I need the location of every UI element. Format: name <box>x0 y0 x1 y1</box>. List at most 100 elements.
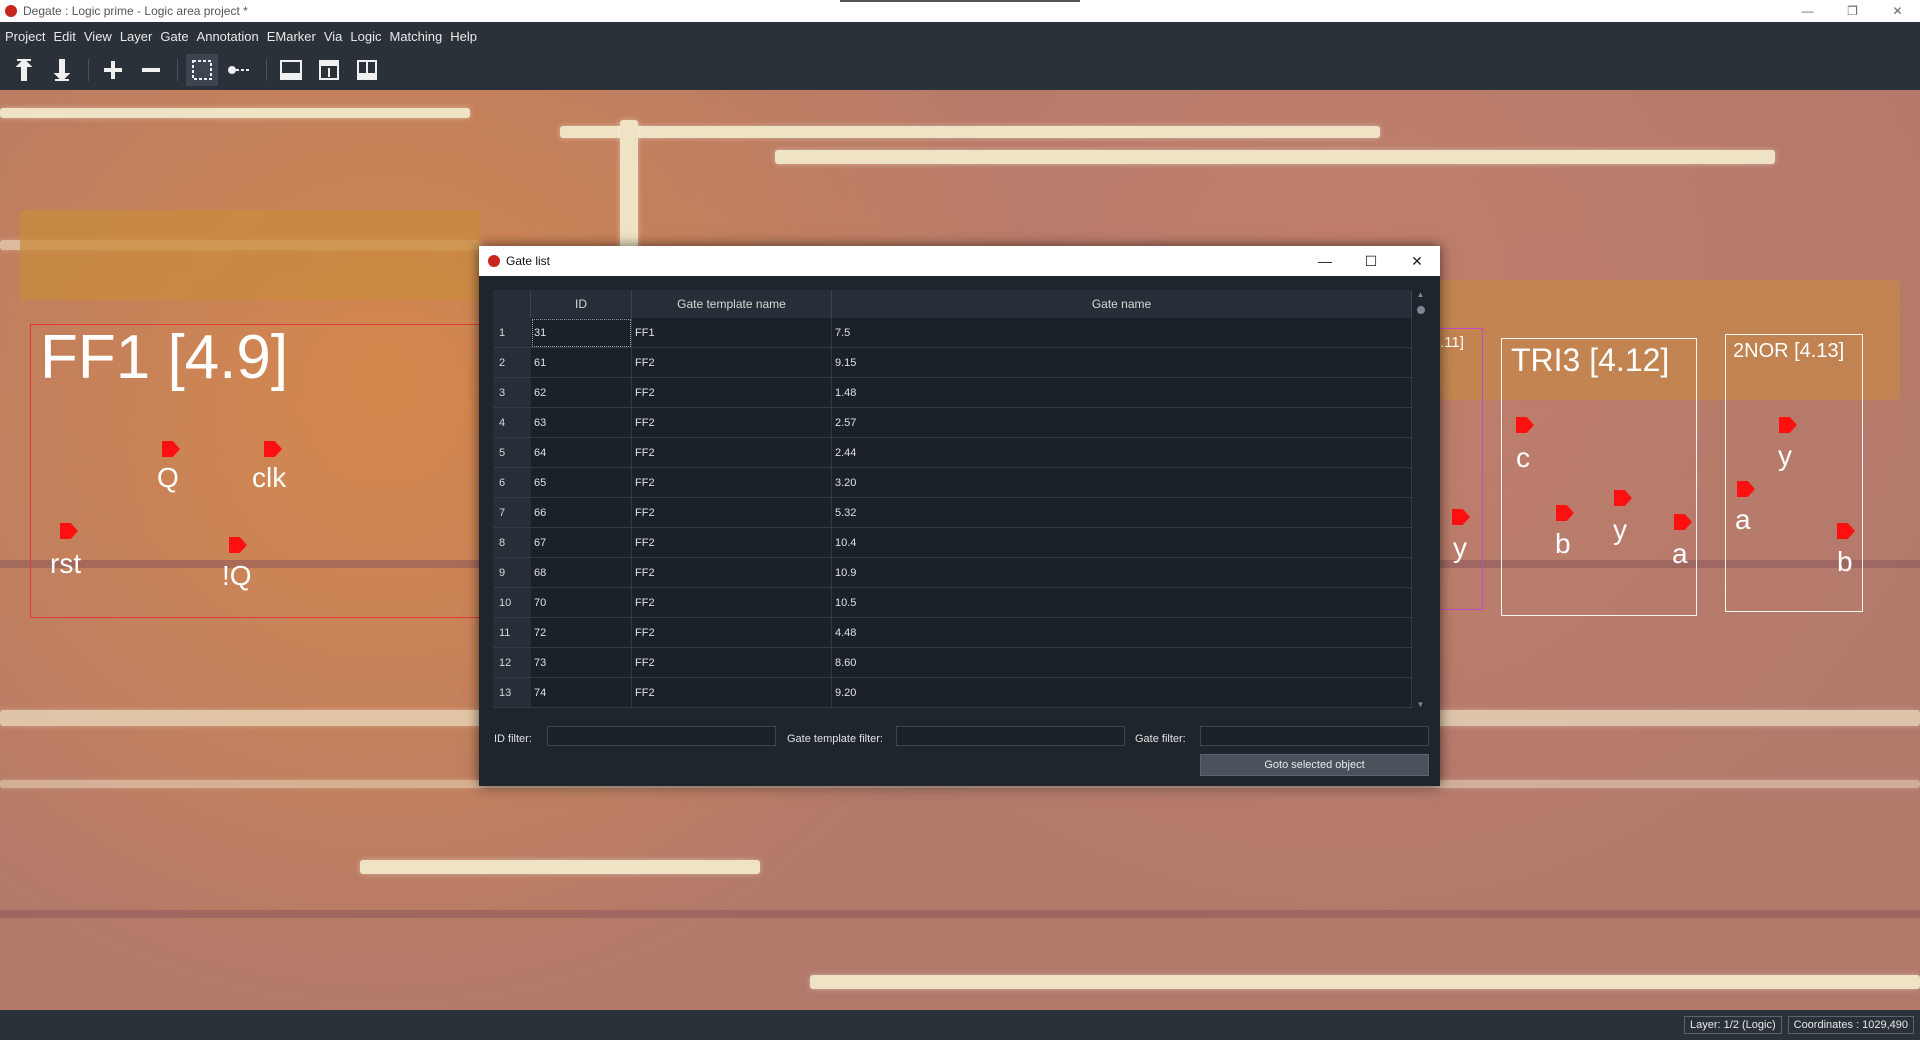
table-row[interactable]: 12 73 FF2 8.60 <box>493 648 1412 678</box>
cell-template[interactable]: FF2 <box>632 558 832 588</box>
id-filter-input[interactable] <box>547 726 776 746</box>
cell-template[interactable]: FF1 <box>632 318 832 348</box>
area-select-icon[interactable] <box>186 54 218 86</box>
menu-help[interactable]: Help <box>450 29 477 44</box>
table-scrollbar[interactable]: ▲ ▼ <box>1415 290 1426 710</box>
cell-id[interactable]: 65 <box>531 468 632 498</box>
cell-gate-name[interactable]: 2.57 <box>832 408 1412 438</box>
menu-edit[interactable]: Edit <box>53 29 75 44</box>
dialog-minimize-button[interactable]: — <box>1302 246 1348 276</box>
menu-view[interactable]: View <box>84 29 112 44</box>
cell-template[interactable]: FF2 <box>632 588 832 618</box>
cell-template[interactable]: FF2 <box>632 438 832 468</box>
cell-gate-name[interactable]: 1.48 <box>832 378 1412 408</box>
layer-down-icon[interactable] <box>46 54 78 86</box>
menu-via[interactable]: Via <box>324 29 343 44</box>
column-header-name[interactable]: Gate name <box>832 290 1412 318</box>
cell-id[interactable]: 64 <box>531 438 632 468</box>
cell-gate-name[interactable]: 5.32 <box>832 498 1412 528</box>
menu-gate[interactable]: Gate <box>160 29 188 44</box>
menu-emarker[interactable]: EMarker <box>267 29 316 44</box>
cell-gate-name[interactable]: 10.5 <box>832 588 1412 618</box>
table-header: ID Gate template name Gate name <box>493 290 1412 318</box>
cell-gate-name[interactable]: 3.20 <box>832 468 1412 498</box>
pin-label-y: y <box>1453 532 1467 563</box>
cell-gate-name[interactable]: 9.20 <box>832 678 1412 708</box>
template-filter-input[interactable] <box>896 726 1125 746</box>
cell-template[interactable]: FF2 <box>632 648 832 678</box>
gate-tri3[interactable] <box>1501 338 1697 616</box>
cell-template[interactable]: FF2 <box>632 528 832 558</box>
scroll-up-icon[interactable]: ▲ <box>1415 290 1426 300</box>
gate-filter-label: Gate filter: <box>1135 733 1186 745</box>
zoom-out-icon[interactable] <box>135 54 167 86</box>
cell-gate-name[interactable]: 2.44 <box>832 438 1412 468</box>
table-row[interactable]: 4 63 FF2 2.57 <box>493 408 1412 438</box>
menu-layer[interactable]: Layer <box>120 29 153 44</box>
table-row[interactable]: 11 72 FF2 4.48 <box>493 618 1412 648</box>
cell-template[interactable]: FF2 <box>632 378 832 408</box>
cell-id[interactable]: 66 <box>531 498 632 528</box>
dialog-maximize-button[interactable]: ☐ <box>1348 246 1394 276</box>
cell-gate-name[interactable]: 10.4 <box>832 528 1412 558</box>
view-layout-icon-1[interactable] <box>275 54 307 86</box>
layer-up-icon[interactable] <box>8 54 40 86</box>
menu-annotation[interactable]: Annotation <box>197 29 259 44</box>
menu-logic[interactable]: Logic <box>350 29 381 44</box>
cell-id[interactable]: 70 <box>531 588 632 618</box>
table-row[interactable]: 5 64 FF2 2.44 <box>493 438 1412 468</box>
menu-project[interactable]: Project <box>5 29 45 44</box>
view-layout-icon-2[interactable] <box>313 54 345 86</box>
cell-template[interactable]: FF2 <box>632 348 832 378</box>
minimize-button[interactable]: — <box>1785 0 1830 22</box>
column-header-template[interactable]: Gate template name <box>632 290 832 318</box>
table-row[interactable]: 10 70 FF2 10.5 <box>493 588 1412 618</box>
pin-label-q: Q <box>157 462 179 493</box>
cell-template[interactable]: FF2 <box>632 678 832 708</box>
scroll-down-icon[interactable]: ▼ <box>1415 700 1426 710</box>
cell-id[interactable]: 73 <box>531 648 632 678</box>
row-number: 11 <box>493 618 531 648</box>
table-row[interactable]: 2 61 FF2 9.15 <box>493 348 1412 378</box>
title-indicator <box>840 0 1080 2</box>
cell-id[interactable]: 67 <box>531 528 632 558</box>
table-row[interactable]: 6 65 FF2 3.20 <box>493 468 1412 498</box>
restore-button[interactable]: ❐ <box>1830 0 1875 22</box>
table-row[interactable]: 1 31 FF1 7.5 <box>493 318 1412 348</box>
cell-template[interactable]: FF2 <box>632 408 832 438</box>
table-row[interactable]: 3 62 FF2 1.48 <box>493 378 1412 408</box>
close-button[interactable]: ✕ <box>1875 0 1920 22</box>
pin-label-nq: !Q <box>222 560 252 591</box>
cell-id[interactable]: 68 <box>531 558 632 588</box>
scroll-thumb[interactable] <box>1417 306 1425 314</box>
pin-label-rst: rst <box>50 548 82 579</box>
cell-gate-name[interactable]: 9.15 <box>832 348 1412 378</box>
cell-template[interactable]: FF2 <box>632 498 832 528</box>
template-filter-label: Gate template filter: <box>787 733 883 745</box>
table-row[interactable]: 9 68 FF2 10.9 <box>493 558 1412 588</box>
cell-template[interactable]: FF2 <box>632 618 832 648</box>
table-row[interactable]: 7 66 FF2 5.32 <box>493 498 1412 528</box>
column-header-id[interactable]: ID <box>531 290 632 318</box>
menu-matching[interactable]: Matching <box>389 29 442 44</box>
cell-gate-name[interactable]: 7.5 <box>832 318 1412 348</box>
dialog-close-button[interactable]: ✕ <box>1394 246 1440 276</box>
goto-selected-object-button[interactable]: Goto selected object <box>1200 754 1429 776</box>
dialog-titlebar[interactable]: Gate list — ☐ ✕ <box>479 246 1440 276</box>
table-row[interactable]: 8 67 FF2 10.4 <box>493 528 1412 558</box>
view-layout-icon-3[interactable] <box>351 54 383 86</box>
cell-id[interactable]: 31 <box>531 318 632 348</box>
table-row[interactable]: 13 74 FF2 9.20 <box>493 678 1412 708</box>
cell-id[interactable]: 74 <box>531 678 632 708</box>
wire-tool-icon[interactable] <box>224 54 256 86</box>
gate-filter-input[interactable] <box>1200 726 1429 746</box>
cell-gate-name[interactable]: 10.9 <box>832 558 1412 588</box>
cell-id[interactable]: 72 <box>531 618 632 648</box>
zoom-in-icon[interactable] <box>97 54 129 86</box>
cell-template[interactable]: FF2 <box>632 468 832 498</box>
cell-id[interactable]: 63 <box>531 408 632 438</box>
cell-gate-name[interactable]: 4.48 <box>832 618 1412 648</box>
cell-gate-name[interactable]: 8.60 <box>832 648 1412 678</box>
cell-id[interactable]: 61 <box>531 348 632 378</box>
cell-id[interactable]: 62 <box>531 378 632 408</box>
